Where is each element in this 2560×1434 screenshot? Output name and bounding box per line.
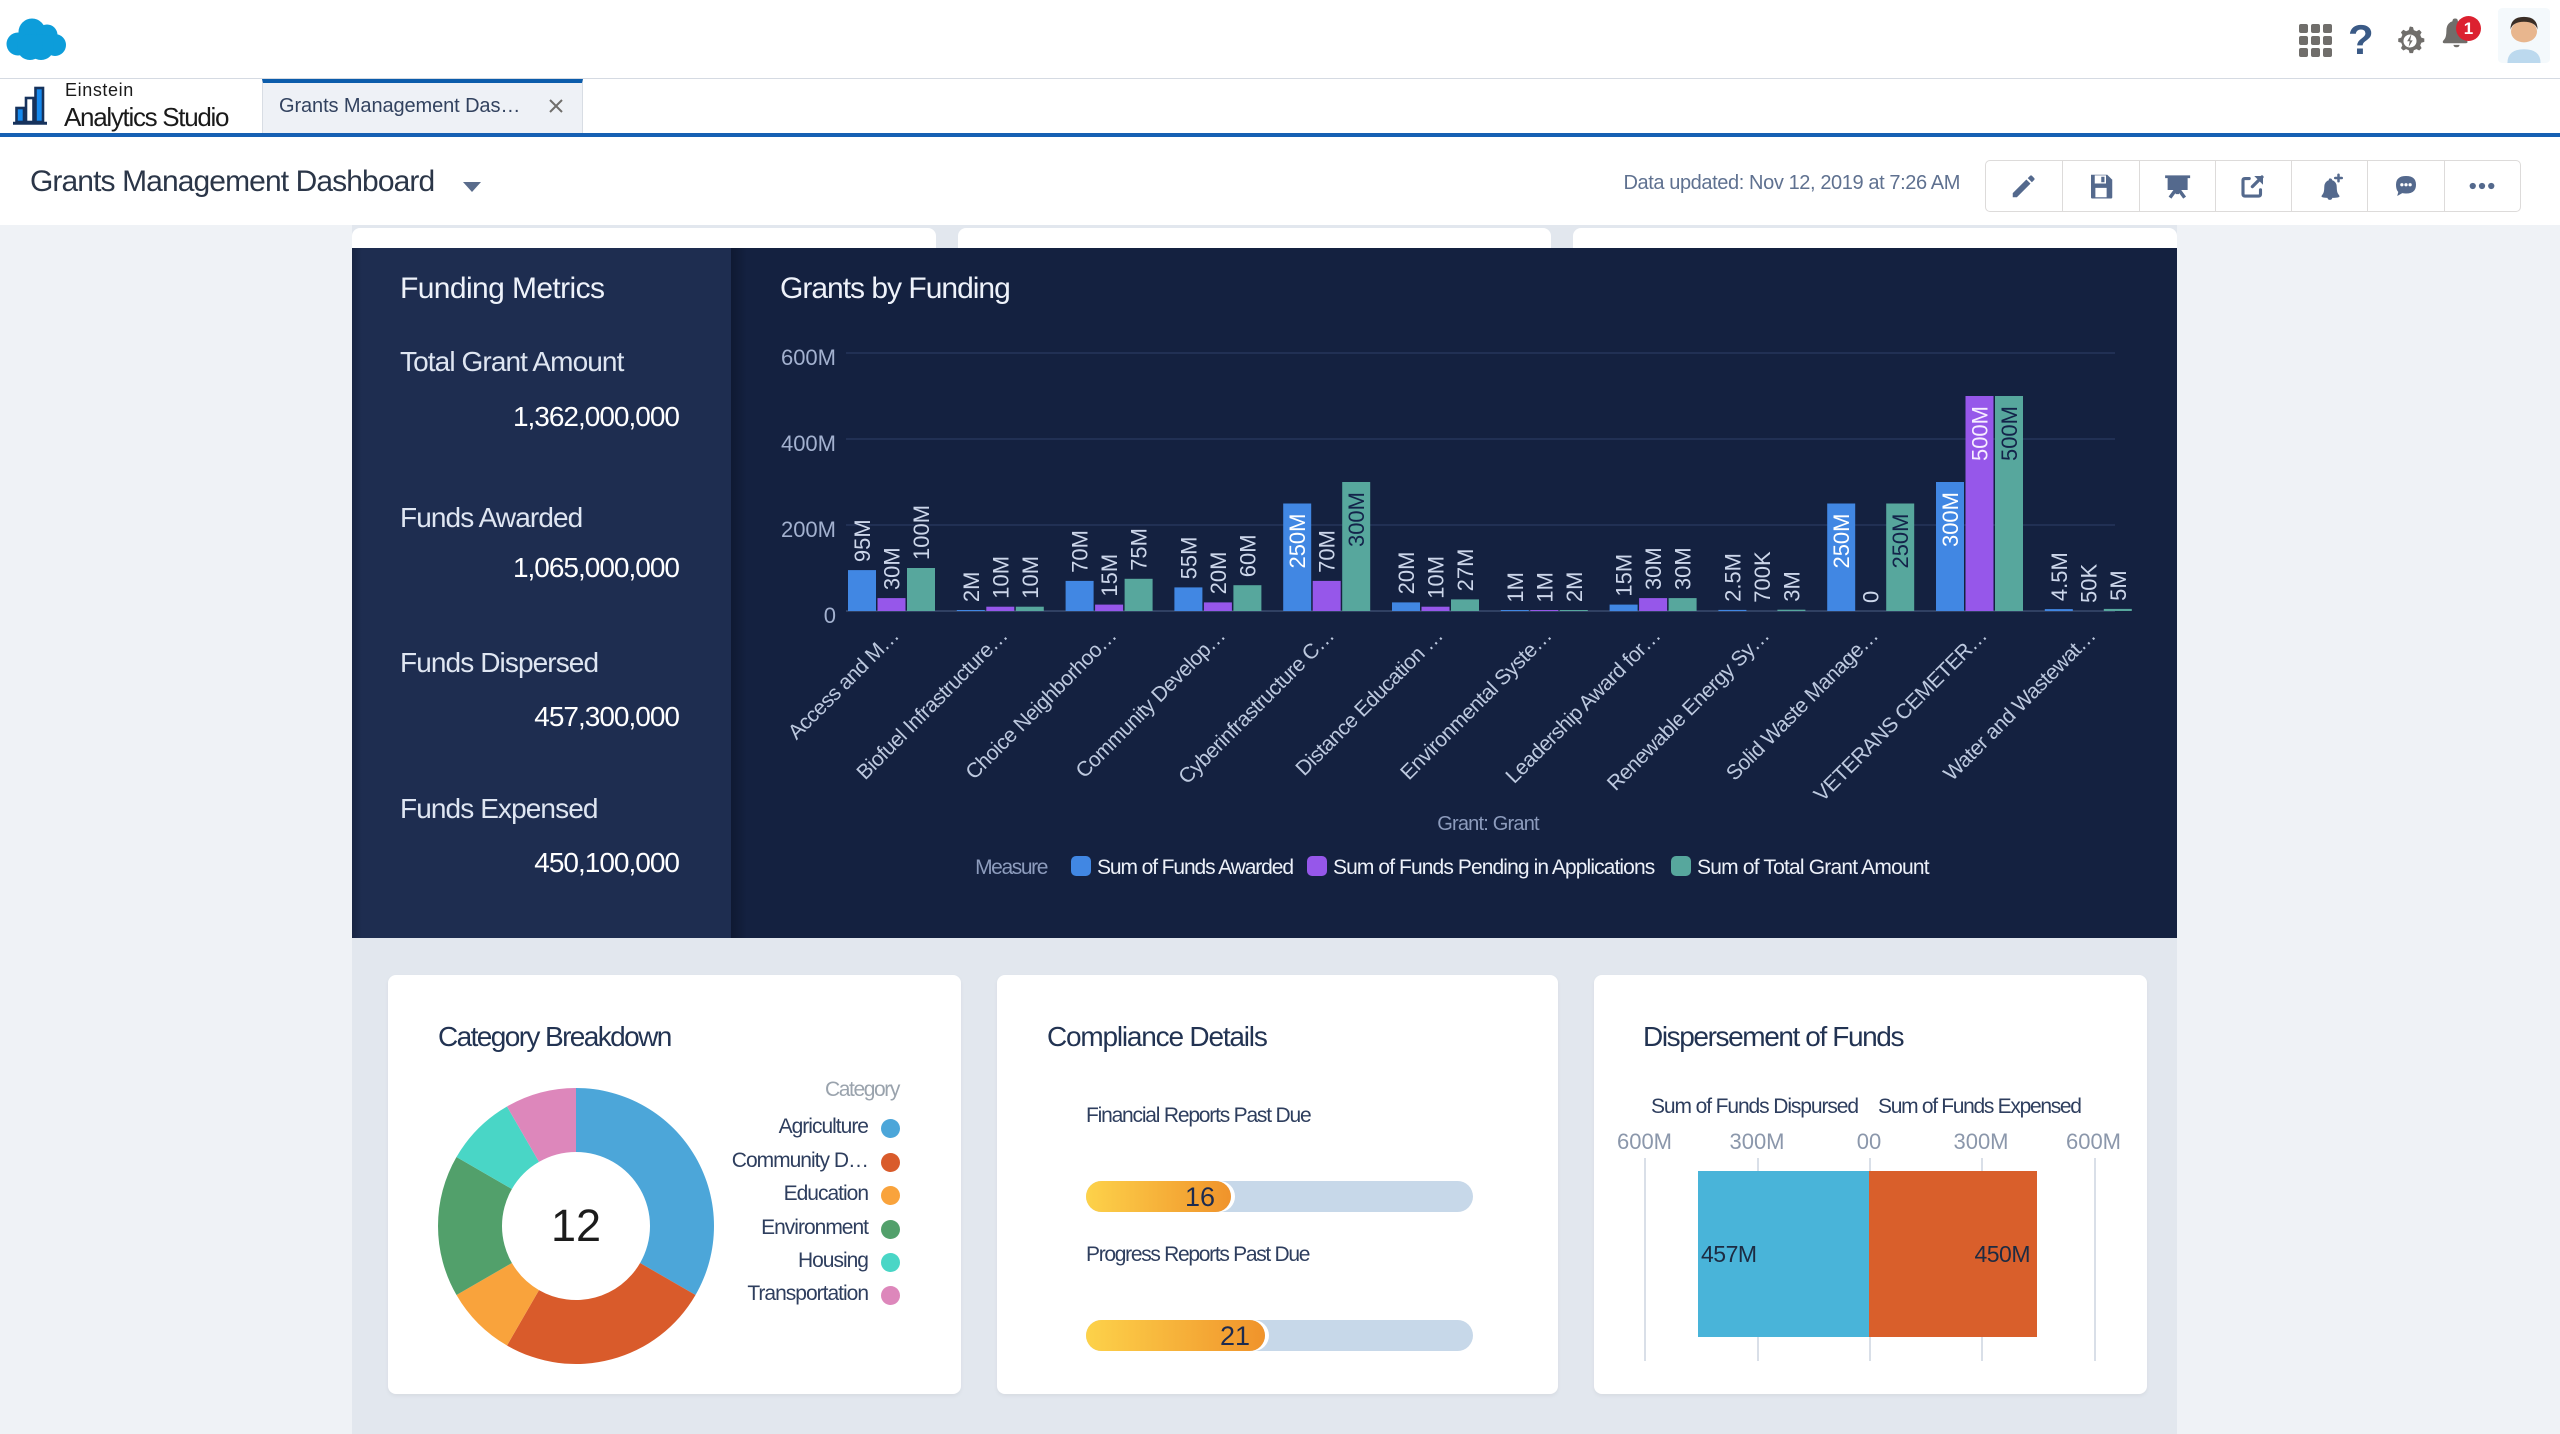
svg-text:30M: 30M	[1641, 547, 1666, 590]
svg-text:VETERANS CEMETER…: VETERANS CEMETER…	[1810, 624, 1992, 806]
svg-text:Measure: Measure	[975, 856, 1048, 879]
svg-text:200M: 200M	[781, 517, 836, 542]
svg-text:Sum of Funds Pending in Applic: Sum of Funds Pending in Applications	[1333, 856, 1655, 879]
svg-text:250M: 250M	[1888, 514, 1913, 569]
svg-text:700K: 700K	[1750, 551, 1775, 603]
svg-text:Grant: Grant: Grant: Grant	[1437, 813, 1540, 835]
svg-text:30M: 30M	[1671, 547, 1696, 590]
svg-text:3M: 3M	[1779, 571, 1804, 602]
svg-text:250M: 250M	[1285, 514, 1310, 569]
svg-text:400M: 400M	[781, 431, 836, 456]
svg-text:10M: 10M	[1424, 556, 1449, 599]
svg-text:1M: 1M	[1532, 572, 1557, 603]
svg-text:55M: 55M	[1176, 537, 1201, 580]
svg-text:500M: 500M	[1968, 406, 1993, 461]
svg-text:60M: 60M	[1235, 534, 1260, 577]
svg-text:2M: 2M	[1562, 572, 1587, 603]
svg-text:Sum of Total Grant Amount: Sum of Total Grant Amount	[1697, 856, 1930, 879]
svg-text:15M: 15M	[1097, 554, 1122, 597]
svg-text:95M: 95M	[850, 519, 875, 562]
svg-text:20M: 20M	[1206, 552, 1231, 595]
svg-text:Access and M…: Access and M…	[784, 624, 904, 744]
svg-text:70M: 70M	[1068, 530, 1093, 573]
svg-text:100M: 100M	[909, 505, 934, 560]
svg-text:20M: 20M	[1394, 552, 1419, 595]
svg-text:0: 0	[824, 603, 836, 628]
svg-text:300M: 300M	[1344, 492, 1369, 547]
svg-text:50K: 50K	[2076, 564, 2101, 603]
svg-text:Sum of Funds Awarded: Sum of Funds Awarded	[1097, 856, 1293, 879]
svg-text:27M: 27M	[1453, 549, 1478, 592]
svg-text:10M: 10M	[988, 556, 1013, 599]
svg-text:70M: 70M	[1315, 530, 1340, 573]
svg-text:600M: 600M	[781, 345, 836, 370]
svg-text:250M: 250M	[1829, 514, 1854, 569]
svg-text:300M: 300M	[1938, 492, 1963, 547]
svg-text:30M: 30M	[880, 547, 905, 590]
svg-text:10M: 10M	[1018, 556, 1043, 599]
svg-text:2.5M: 2.5M	[1720, 553, 1745, 602]
svg-text:4.5M: 4.5M	[2047, 552, 2072, 601]
svg-text:15M: 15M	[1612, 554, 1637, 597]
svg-text:1M: 1M	[1503, 572, 1528, 603]
svg-text:2M: 2M	[959, 572, 984, 603]
svg-text:500M: 500M	[1997, 406, 2022, 461]
svg-text:0: 0	[1859, 591, 1884, 603]
svg-text:5M: 5M	[2106, 570, 2131, 601]
svg-text:75M: 75M	[1127, 528, 1152, 571]
